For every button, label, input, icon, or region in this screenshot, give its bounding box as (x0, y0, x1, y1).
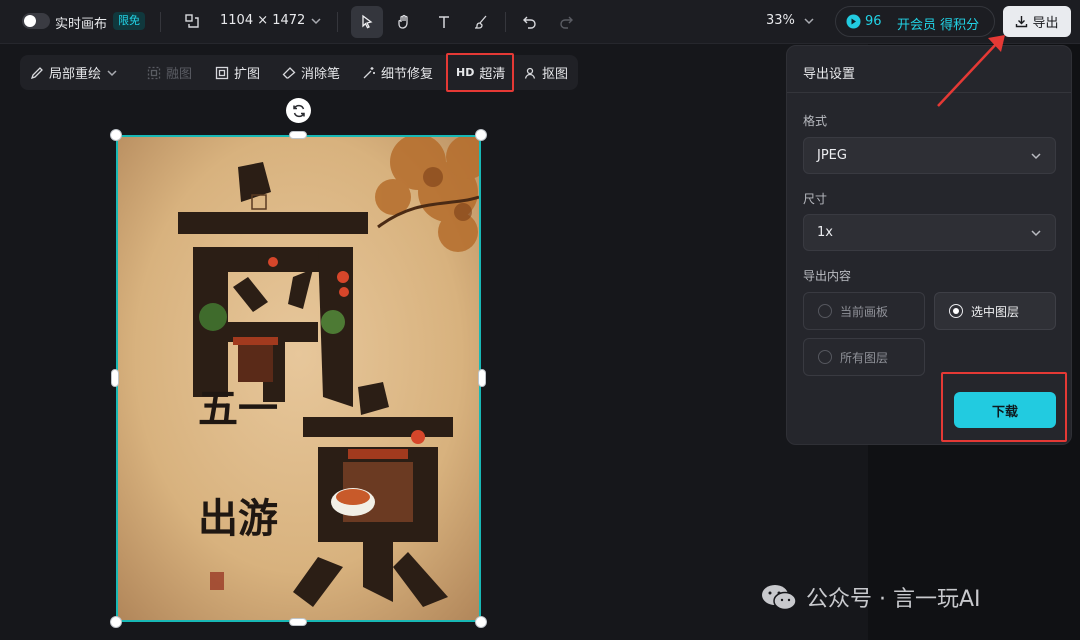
cutout-button[interactable]: 抠图 (523, 55, 568, 90)
download-icon (1016, 16, 1028, 28)
cutout-label: 抠图 (542, 67, 569, 82)
cursor-icon (362, 14, 373, 29)
format-label: 格式 (803, 114, 828, 128)
top-bar: 实时画布 限免 1104 × 1472 33% 96 开会员 得积分 导出 (0, 0, 1080, 44)
fuse-icon (147, 66, 161, 79)
resize-handle-top[interactable] (289, 131, 307, 139)
eraser-button[interactable]: 消除笔 (282, 55, 340, 90)
rotate-handle[interactable] (286, 98, 311, 123)
redo-icon (560, 16, 573, 29)
chevron-down-icon (1031, 230, 1041, 237)
expand-button[interactable]: 扩图 (215, 55, 260, 90)
chevron-down-icon[interactable] (310, 15, 322, 27)
option-all-layers[interactable]: 所有图层 (803, 338, 925, 376)
radio-icon (818, 304, 832, 318)
canvas-size-value[interactable]: 1104 × 1472 (220, 13, 305, 28)
radio-checked-icon (949, 304, 963, 318)
hand-tool-button[interactable] (388, 6, 420, 38)
points-count: 96 (865, 14, 882, 29)
text-icon (439, 16, 449, 28)
size-label: 尺寸 (803, 192, 828, 206)
text-tool-button[interactable] (428, 6, 460, 38)
brush-tool-button[interactable] (465, 6, 497, 38)
poster-subtitle-1: 五一 (198, 386, 278, 432)
annotation-arrow (937, 35, 1005, 107)
radio-icon (818, 350, 832, 364)
inpaint-button[interactable]: 局部重绘 (30, 55, 118, 90)
expand-label: 扩图 (234, 67, 261, 82)
hd-highlight-box (446, 53, 514, 92)
format-select[interactable]: JPEG (803, 137, 1056, 174)
resize-handle-top-left[interactable] (110, 129, 122, 141)
realtime-canvas-toggle[interactable] (22, 13, 50, 29)
inpaint-icon (30, 66, 43, 79)
brush-icon (474, 15, 487, 29)
hand-icon (398, 14, 408, 29)
resize-icon[interactable] (184, 13, 200, 29)
export-content-label: 导出内容 (803, 269, 852, 283)
watermark: 公众号 · 言一玩AI (760, 582, 981, 612)
option-current-artboard-label: 当前画板 (840, 304, 889, 319)
option-current-artboard[interactable]: 当前画板 (803, 292, 925, 330)
wechat-icon (762, 585, 797, 611)
size-select[interactable]: 1x (803, 214, 1056, 251)
undo-button[interactable] (514, 6, 546, 38)
inpaint-label: 局部重绘 (49, 67, 102, 82)
resize-handle-top-right[interactable] (475, 129, 487, 141)
rotate-icon (292, 104, 305, 117)
select-tool-button[interactable] (351, 6, 383, 38)
cutout-icon (524, 67, 536, 79)
eraser-icon (282, 66, 296, 79)
detail-fix-button[interactable]: 细节修复 (362, 55, 433, 90)
option-all-layers-label: 所有图层 (840, 350, 889, 365)
panel-divider (787, 92, 1071, 93)
export-label: 导出 (1032, 16, 1059, 31)
redo-button[interactable] (550, 6, 582, 38)
resize-handle-bottom-right[interactable] (475, 616, 487, 628)
free-badge: 限免 (113, 12, 145, 30)
watermark-text: 公众号 · 言一玩AI (806, 587, 981, 612)
fuse-label: 融图 (166, 67, 193, 82)
poster-subtitle-2: 出游 (198, 496, 278, 542)
chevron-down-icon (1031, 153, 1041, 160)
zoom-chevron-icon[interactable] (803, 15, 815, 27)
points-icon (846, 14, 861, 29)
option-selected-layer-label: 选中图层 (971, 304, 1020, 319)
zoom-level[interactable]: 33% (766, 13, 795, 28)
detail-fix-label: 细节修复 (381, 67, 434, 82)
resize-handle-left[interactable] (111, 369, 119, 387)
expand-icon (215, 66, 229, 79)
option-selected-layer[interactable]: 选中图层 (934, 292, 1056, 330)
format-value: JPEG (817, 148, 847, 163)
fuse-button[interactable]: 融图 (147, 55, 192, 90)
panel-title: 导出设置 (803, 67, 856, 82)
resize-handle-right[interactable] (478, 369, 486, 387)
magic-wand-icon (363, 66, 375, 78)
resize-handle-bottom-left[interactable] (110, 616, 122, 628)
size-value: 1x (817, 225, 833, 240)
realtime-canvas-label: 实时画布 (55, 17, 108, 32)
resize-handle-bottom[interactable] (289, 618, 307, 626)
undo-icon (523, 16, 536, 29)
chevron-down-icon (107, 69, 117, 76)
download-highlight-box (941, 372, 1067, 442)
poster-image[interactable]: 五一 出游 (116, 135, 481, 622)
eraser-label: 消除笔 (301, 67, 341, 82)
